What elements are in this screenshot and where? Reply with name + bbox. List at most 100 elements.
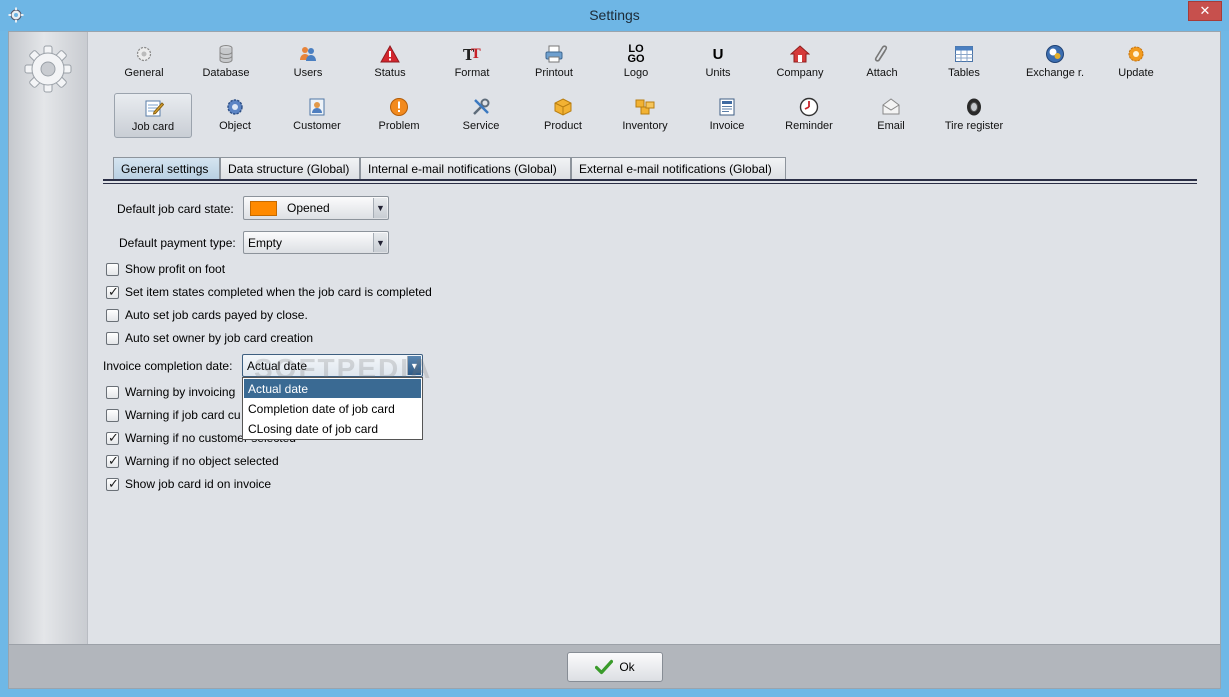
toolbar-label: Printout	[535, 67, 573, 79]
default-job-card-state-select[interactable]: Opened ▼	[243, 196, 389, 220]
chevron-down-icon: ▼	[373, 233, 387, 252]
currency-icon	[1046, 45, 1064, 63]
checkbox-label: Warning by invoicing	[125, 385, 236, 399]
close-icon: ✕	[1199, 3, 1211, 18]
toolbar-label: Company	[776, 67, 824, 79]
toolbar-reminder[interactable]: Reminder	[770, 93, 848, 138]
toolbar-email[interactable]: Email	[852, 93, 930, 138]
toolbar-label: Email	[877, 120, 905, 132]
toolbar-database[interactable]: Database	[187, 40, 265, 85]
checkmark-icon: ✓	[108, 430, 119, 445]
toolbar-label: General	[124, 67, 164, 79]
box-icon	[554, 98, 572, 116]
job-card-icon	[145, 100, 164, 117]
settings-window-client: General Database Users Status TT Format …	[8, 31, 1221, 689]
default-payment-type-select[interactable]: Empty ▼	[243, 231, 389, 254]
toolbar-label: Update	[1118, 67, 1154, 79]
toolbar-printout[interactable]: Printout	[515, 40, 593, 85]
state-color-swatch	[250, 201, 277, 216]
dropdown-option-actual-date[interactable]: Actual date	[244, 379, 421, 398]
checkbox-box: ✓	[106, 453, 119, 468]
toolbar-tire-register[interactable]: Tire register	[934, 93, 1014, 138]
toolbar-tables[interactable]: Tables	[925, 40, 1003, 85]
default-job-card-state-label: Default job card state:	[117, 202, 234, 216]
close-button[interactable]: ✕	[1188, 1, 1222, 21]
toolbar-object[interactable]: Object	[196, 93, 274, 138]
printer-icon	[545, 45, 563, 63]
checkmark-icon: ✓	[108, 284, 119, 299]
checkbox-box: ✓	[106, 430, 119, 445]
ok-button[interactable]: Ok	[567, 652, 663, 682]
invoice-completion-date-dropdown: Actual date Completion date of job card …	[242, 377, 423, 440]
customer-icon	[309, 98, 325, 116]
big-gear-icon	[24, 45, 72, 93]
dropdown-option-completion-date[interactable]: Completion date of job card	[244, 399, 421, 418]
toolbar-label: Invoice	[709, 120, 745, 132]
toolbar-update[interactable]: Update	[1097, 40, 1175, 85]
toolbar-label: Logo	[623, 67, 649, 79]
toolbar-job-card[interactable]: Job card	[114, 93, 192, 138]
checkbox-label: Auto set owner by job card creation	[125, 331, 314, 345]
toolbar-label: Exchange r.	[1025, 67, 1085, 79]
toolbar-invoice[interactable]: Invoice	[688, 93, 766, 138]
toolbar-label: Object	[219, 120, 251, 132]
toolbar-label: Customer	[293, 120, 341, 132]
toolbar-label: Product	[544, 120, 582, 132]
checkbox-box	[106, 386, 119, 399]
toolbar-label: Tire register	[944, 120, 1004, 132]
ok-label: Ok	[619, 660, 635, 674]
checkbox-label: Warning if job card cu	[125, 408, 241, 422]
toolbar-logo[interactable]: LO GO Logo	[597, 40, 675, 85]
toolbar-label: Job card	[131, 121, 175, 133]
logo-text-bottom: GO	[627, 53, 645, 65]
table-icon	[955, 46, 973, 62]
tire-icon	[967, 98, 981, 116]
default-job-card-state-value: Opened	[287, 201, 330, 215]
toolbar-general[interactable]: General	[105, 40, 183, 85]
toolbar-problem[interactable]: Problem	[360, 93, 438, 138]
toolbar-label: Tables	[948, 67, 980, 79]
clock-icon	[799, 97, 819, 117]
toolbar-service[interactable]: Service	[442, 93, 520, 138]
toolbar-label: Service	[462, 120, 500, 132]
checkmark-icon: ✓	[108, 476, 119, 491]
users-icon	[300, 47, 316, 61]
checkbox-label: Set item states completed when the job c…	[125, 285, 432, 299]
checkbox-label: Show profit on foot	[125, 262, 226, 276]
toolbar-label: Inventory	[622, 120, 668, 132]
checkbox-box: ✓	[106, 476, 119, 491]
tab-external-email-notifications[interactable]: External e-mail notifications (Global)	[571, 157, 786, 180]
toolbar-label: Units	[705, 67, 731, 79]
logo-icon: LO GO	[626, 44, 646, 65]
units-icon: U	[712, 45, 724, 63]
update-icon	[1128, 46, 1144, 62]
envelope-icon	[882, 98, 900, 115]
checkbox-label: Warning if no object selected	[125, 454, 279, 468]
tab-underline	[103, 179, 1197, 181]
tab-internal-email-notifications[interactable]: Internal e-mail notifications (Global)	[360, 157, 571, 180]
tab-general-settings[interactable]: General settings	[113, 157, 220, 180]
left-panel	[9, 32, 88, 644]
toolbar-inventory[interactable]: Inventory	[606, 93, 684, 138]
toolbar-attach[interactable]: Attach	[843, 40, 921, 85]
checkbox-box	[106, 409, 119, 422]
toolbar-users[interactable]: Users	[269, 40, 347, 85]
toolbar-status[interactable]: Status	[351, 40, 429, 85]
tools-icon	[473, 98, 490, 115]
object-gear-icon	[227, 99, 243, 115]
toolbar-exchange-rates[interactable]: Exchange r.	[1007, 40, 1103, 85]
checkbox-box: ✓	[106, 284, 119, 299]
checkmark-icon: ✓	[108, 453, 119, 468]
tab-data-structure[interactable]: Data structure (Global)	[220, 157, 360, 180]
toolbar-label: Users	[293, 67, 323, 79]
toolbar-format[interactable]: TT Format	[433, 40, 511, 85]
toolbar-label: Attach	[866, 67, 898, 79]
toolbar-company[interactable]: Company	[761, 40, 839, 85]
toolbar-label: Problem	[378, 120, 420, 132]
toolbar-units[interactable]: U Units	[679, 40, 757, 85]
toolbar-product[interactable]: Product	[524, 93, 602, 138]
dropdown-option-closing-date[interactable]: CLosing date of job card	[244, 419, 421, 438]
toolbar-customer[interactable]: Customer	[278, 93, 356, 138]
toolbar-label: Status	[374, 67, 406, 79]
default-payment-type-label: Default payment type:	[119, 236, 236, 250]
